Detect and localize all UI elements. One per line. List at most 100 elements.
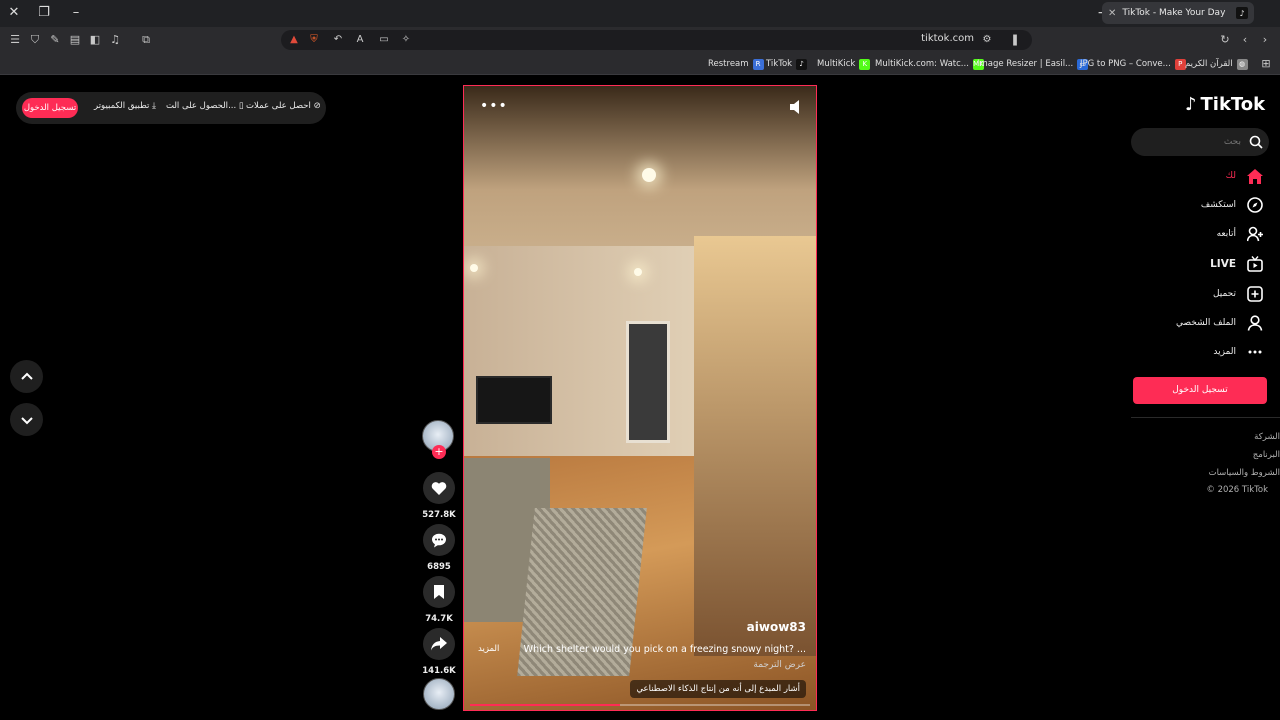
follow-plus-icon[interactable]: + bbox=[432, 445, 446, 459]
back-history-icon[interactable]: ↶ bbox=[331, 33, 345, 47]
creator-avatar[interactable]: + bbox=[422, 420, 454, 459]
apps-grid-icon[interactable]: ⊞ bbox=[1258, 56, 1274, 72]
bookmark-item[interactable]: JPG to PNG – Conve... P bbox=[1080, 57, 1186, 71]
logo-text: TikTok bbox=[1200, 94, 1266, 115]
nav-live[interactable]: LIVE bbox=[1210, 255, 1264, 273]
footer-company-link[interactable]: الشركة bbox=[1254, 432, 1280, 442]
aria-icon[interactable]: ▲ bbox=[287, 33, 301, 47]
like-action[interactable]: 527.8K bbox=[422, 472, 456, 520]
comment-action[interactable]: 6895 bbox=[423, 524, 455, 572]
forward-icon[interactable]: › bbox=[1257, 32, 1273, 48]
next-video-button[interactable] bbox=[10, 403, 43, 436]
save-button[interactable] bbox=[423, 576, 455, 608]
music-icon[interactable]: ♫ bbox=[107, 32, 123, 48]
bookmark-label: JPG to PNG – Conve... bbox=[1080, 59, 1171, 69]
music-disc-avatar[interactable] bbox=[423, 678, 455, 710]
share-button[interactable] bbox=[423, 628, 455, 660]
bookmark-item[interactable]: Restream R bbox=[708, 57, 764, 71]
get-app-link[interactable]: الحصول على الت... ▯ bbox=[166, 101, 244, 111]
search-input[interactable] bbox=[1141, 132, 1241, 152]
bookmarks-bar: ⊞ Restream R TikTok ♪ MultiKick K MultiKick.co… bbox=[0, 53, 1280, 75]
like-button[interactable] bbox=[423, 472, 455, 504]
brave-shield-icon[interactable]: ⛨ bbox=[307, 33, 321, 47]
video-progress-bar[interactable] bbox=[470, 704, 810, 706]
see-translation-link[interactable]: عرض الترجمة bbox=[753, 660, 806, 670]
bookmark-favicon-icon: ♪ bbox=[796, 58, 808, 70]
comment-icon bbox=[432, 533, 446, 547]
back-icon[interactable]: ‹ bbox=[1237, 32, 1253, 48]
nav-profile[interactable]: الملف الشخصي bbox=[1176, 314, 1264, 332]
video-progress-fill bbox=[470, 704, 620, 706]
restore-window-icon[interactable]: ❐ bbox=[34, 4, 54, 22]
bookmark-item[interactable]: MultiKick K bbox=[817, 57, 871, 71]
comment-button[interactable] bbox=[423, 524, 455, 556]
nav-label: تحميل bbox=[1212, 289, 1236, 299]
tab-close-icon[interactable]: ✕ bbox=[1108, 8, 1116, 19]
search-icon[interactable] bbox=[1249, 135, 1263, 149]
get-coins-link[interactable]: احصل على عملات ⊘ bbox=[246, 101, 321, 111]
nav-upload[interactable]: تحميل bbox=[1213, 285, 1264, 303]
ai-generated-label: أشار المبدع إلى أنه من إنتاج الذكاء الاص… bbox=[630, 680, 806, 698]
bookmark-icon[interactable]: ❚ bbox=[1007, 32, 1023, 48]
bookmark-item[interactable]: Image Resizer | Easil... ▭ bbox=[977, 57, 1089, 71]
nav-label: لك bbox=[1225, 171, 1236, 181]
bookmark-item[interactable]: TikTok ♪ bbox=[766, 57, 808, 71]
profile-icon bbox=[1246, 314, 1264, 332]
video-username[interactable]: aiwow83 bbox=[747, 620, 806, 634]
nav-following[interactable]: أتابعه bbox=[1217, 225, 1264, 243]
screenshot-icon[interactable]: ⧉ bbox=[138, 32, 154, 48]
share-action[interactable]: 141.6K bbox=[422, 628, 456, 676]
tabs-icon[interactable]: ▤ bbox=[67, 32, 83, 48]
sidebar-icon[interactable]: ◧ bbox=[87, 32, 103, 48]
site-settings-icon[interactable]: ⚙ bbox=[980, 33, 994, 47]
footer-terms-link[interactable]: الشروط والسياسات bbox=[1209, 468, 1280, 478]
nav-for-you[interactable]: لك bbox=[1226, 167, 1264, 185]
translate-icon[interactable]: A bbox=[353, 33, 367, 47]
nav-label: استكشف bbox=[1200, 200, 1236, 210]
volume-icon[interactable] bbox=[790, 100, 802, 114]
video-options-icon[interactable]: ••• bbox=[480, 98, 508, 114]
chevron-down-icon bbox=[20, 416, 33, 424]
nav-explore[interactable]: استكشف bbox=[1201, 196, 1264, 214]
bookmark-label: Image Resizer | Easil... bbox=[977, 59, 1074, 69]
menu-icon[interactable]: ☰ bbox=[7, 32, 23, 48]
desktop-app-link[interactable]: تطبيق الكمبيوتر ⤓ bbox=[94, 101, 156, 111]
login-pill-button[interactable]: تسجيل الدخول bbox=[22, 98, 78, 118]
bookmark-label: TikTok bbox=[766, 59, 793, 69]
browser-tab[interactable]: ✕ TikTok - Make Your Day ♪ bbox=[1102, 2, 1254, 24]
address-bar[interactable]: ▲ ⛨ ↶ A ▭ ✧ tiktok.com ⚙ bbox=[281, 30, 1032, 50]
chevron-up-icon bbox=[20, 372, 33, 380]
tiktok-logo[interactable]: ♪ TikTok bbox=[1185, 94, 1265, 115]
upload-icon bbox=[1246, 285, 1264, 303]
video-frame-shelves bbox=[694, 236, 816, 656]
browser-toolbar: ☰ ⛉ ✎ ▤ ◧ ♫ ⧉ ▲ ⛨ ↶ A ▭ ✧ tiktok.com ⚙ ❚… bbox=[0, 27, 1280, 53]
more-icon bbox=[1246, 343, 1264, 361]
bookmark-favicon-icon: ◍ bbox=[1236, 58, 1248, 70]
pin-icon[interactable]: ✎ bbox=[47, 32, 63, 48]
minimize-window-icon[interactable]: – bbox=[66, 4, 86, 22]
browser-tab-bar: ✕ ❐ – + ✕ TikTok - Make Your Day ♪ bbox=[0, 0, 1280, 27]
footer-program-link[interactable]: البرنامج bbox=[1253, 450, 1280, 460]
compass-icon bbox=[1246, 196, 1264, 214]
save-action[interactable]: 74.7K bbox=[423, 576, 455, 624]
reader-icon[interactable]: ▭ bbox=[377, 33, 391, 47]
video-frame-lamp bbox=[470, 264, 478, 272]
get-app-label: الحصول على الت... bbox=[166, 101, 237, 111]
nav-more[interactable]: المزيد bbox=[1213, 343, 1264, 361]
shield-icon[interactable]: ⛉ bbox=[27, 32, 43, 48]
tab-title: TikTok - Make Your Day bbox=[1122, 8, 1226, 18]
nav-label: أتابعه bbox=[1216, 229, 1236, 239]
ai-icon[interactable]: ✧ bbox=[399, 33, 413, 47]
video-frame-door bbox=[626, 321, 670, 443]
sidebar-login-button[interactable]: تسجيل الدخول bbox=[1133, 377, 1267, 404]
bookmark-item[interactable]: القرآن الكريم ◍ bbox=[1185, 57, 1248, 71]
bookmark-item[interactable]: MultiKick.com: Watc... MK bbox=[875, 57, 984, 71]
previous-video-button[interactable] bbox=[10, 360, 43, 393]
video-caption: Which shelter would you pick on a freezi… bbox=[523, 644, 806, 655]
video-player[interactable]: ••• aiwow83 المزيد Which shelter would y… bbox=[463, 85, 817, 711]
bookmark-favicon-icon: K bbox=[859, 58, 871, 70]
comment-count: 6895 bbox=[427, 562, 451, 572]
close-window-icon[interactable]: ✕ bbox=[4, 4, 24, 22]
reload-icon[interactable]: ↻ bbox=[1217, 32, 1233, 48]
caption-more-link[interactable]: المزيد bbox=[478, 644, 499, 654]
